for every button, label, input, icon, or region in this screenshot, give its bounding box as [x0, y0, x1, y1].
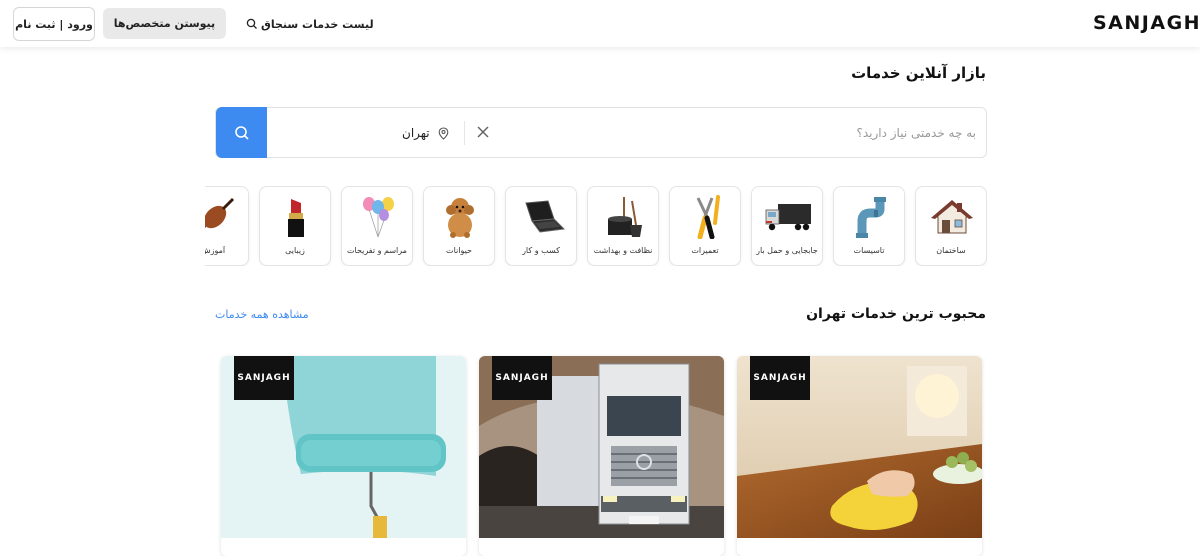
- search-icon: [246, 18, 258, 30]
- sanjagh-tag: SANJAGH: [492, 356, 552, 400]
- search-divider: [464, 121, 465, 145]
- top-header: SANJAGH لیست خدمات سنجاق پیوستن متخصص‌ها…: [0, 0, 1200, 47]
- category-carousel: ساختمان تاسیسات جابجایی و حمل بار تعمیرا…: [205, 186, 987, 266]
- page-title: بازار آنلاین خدمات: [851, 64, 986, 82]
- category-label: نظافت و بهداشت: [593, 246, 653, 255]
- popular-section-title: محبوب ترین خدمات تهران: [806, 306, 986, 322]
- category-label: کسب و کار: [522, 246, 560, 255]
- truck-icon: [763, 195, 813, 239]
- services-list-label: لیست خدمات سنجاق: [261, 17, 374, 31]
- category-animals[interactable]: حیوانات: [423, 186, 495, 266]
- category-repairs[interactable]: تعمیرات: [669, 186, 741, 266]
- category-label: ساختمان: [936, 246, 966, 255]
- laptop-icon: [517, 195, 567, 239]
- city-label: تهران: [402, 126, 430, 140]
- search-input[interactable]: [496, 120, 976, 146]
- service-card[interactable]: SANJAGH: [221, 356, 466, 556]
- category-installations[interactable]: تاسیسات: [833, 186, 905, 266]
- search-icon: [234, 125, 249, 140]
- category-label: جابجایی و حمل بار: [756, 246, 818, 255]
- tools-icon: [681, 195, 731, 239]
- login-register-button[interactable]: ورود | ثبت نام: [13, 7, 95, 41]
- category-business[interactable]: کسب و کار: [505, 186, 577, 266]
- see-all-services-link[interactable]: مشاهده همه خدمات: [215, 308, 309, 321]
- category-cleaning[interactable]: نظافت و بهداشت: [587, 186, 659, 266]
- category-label: حیوانات: [446, 246, 472, 255]
- category-moving[interactable]: جابجایی و حمل بار: [751, 186, 823, 266]
- close-icon[interactable]: [475, 124, 491, 140]
- category-label: زیبایی: [285, 246, 305, 255]
- category-events[interactable]: مراسم و تفریحات: [341, 186, 413, 266]
- balloons-icon: [353, 195, 403, 239]
- category-label: مراسم و تفریحات: [347, 246, 407, 255]
- category-building[interactable]: ساختمان: [915, 186, 987, 266]
- pipe-icon: [845, 195, 895, 239]
- category-label: تعمیرات: [691, 246, 719, 255]
- sanjagh-logo[interactable]: SANJAGH: [1093, 12, 1200, 34]
- category-education[interactable]: آموزش: [205, 186, 249, 266]
- city-selector[interactable]: تهران: [402, 124, 449, 142]
- services-list-link[interactable]: لیست خدمات سنجاق: [246, 14, 374, 34]
- service-card[interactable]: SANJAGH: [737, 356, 982, 556]
- house-icon: [927, 195, 977, 239]
- category-label: آموزش: [205, 246, 226, 255]
- category-label: تاسیسات: [853, 246, 885, 255]
- search-button[interactable]: [216, 107, 267, 158]
- location-pin-icon: [438, 126, 448, 140]
- service-card[interactable]: SANJAGH: [479, 356, 724, 556]
- dog-icon: [435, 195, 485, 239]
- violin-icon: [205, 195, 239, 239]
- sanjagh-tag: SANJAGH: [234, 356, 294, 400]
- search-bar: تهران: [215, 107, 987, 158]
- sanjagh-tag: SANJAGH: [750, 356, 810, 400]
- category-beauty[interactable]: زیبایی: [259, 186, 331, 266]
- join-experts-button[interactable]: پیوستن متخصص‌ها: [103, 8, 226, 39]
- lipstick-icon: [271, 195, 321, 239]
- cleaning-icon: [599, 195, 649, 239]
